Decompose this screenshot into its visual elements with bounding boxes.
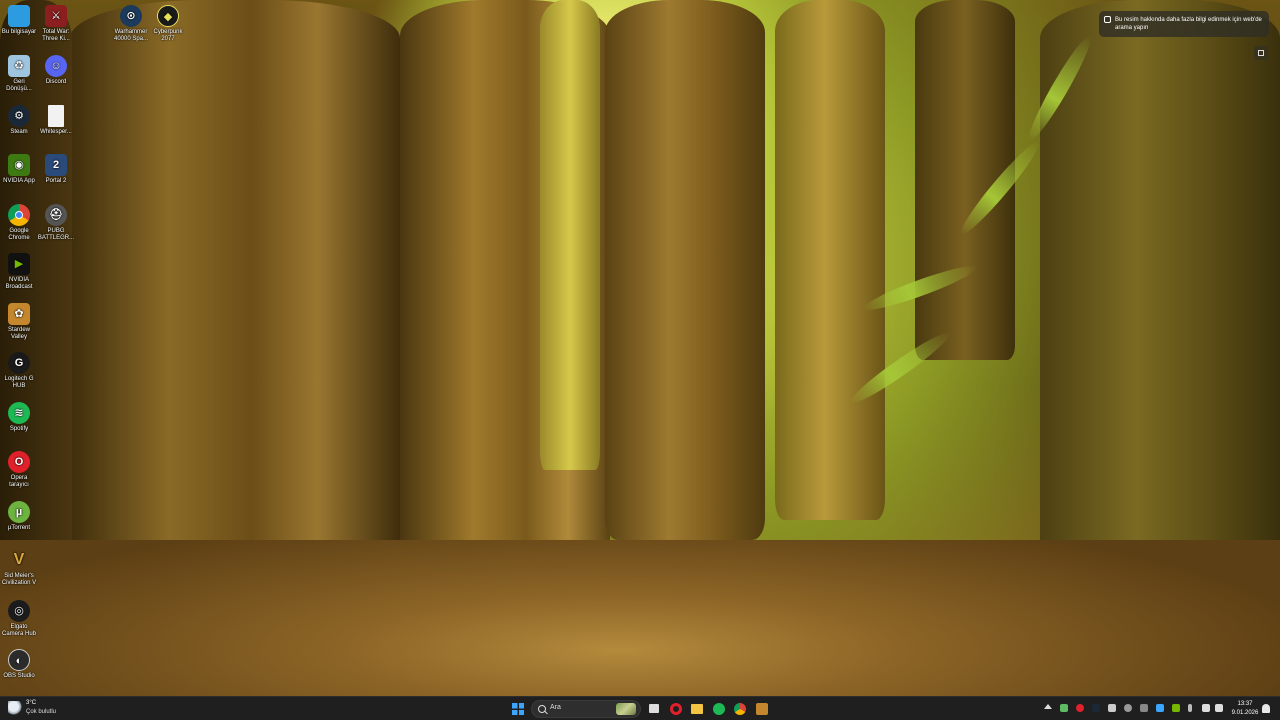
desktop-icon-obs-studio[interactable]: ◐ OBS Studio [0, 649, 38, 680]
windows-logo-icon [512, 703, 524, 715]
utorrent-icon: µ [8, 501, 30, 523]
recycle-bin-icon: ♻ [8, 55, 30, 77]
desktop-icon-pubg[interactable]: ⛑ PUBG BATTLEGR... [37, 204, 75, 242]
desktop-icon-google-chrome[interactable]: Google Chrome [0, 204, 38, 242]
desktop-icon-civilization-v[interactable]: V Sid Meier's Civilization V [0, 549, 38, 587]
taskbar-app-stardew-valley[interactable] [753, 700, 771, 718]
desktop-wallpaper [0, 0, 1280, 696]
taskbar-app-file-explorer[interactable] [688, 700, 706, 718]
weather-temp: 3°C [26, 700, 37, 706]
chevron-up-icon[interactable] [1044, 704, 1052, 709]
desktop-icon-spotify[interactable]: ≋ Spotify [0, 402, 38, 433]
total-war-icon: ⚔ [45, 5, 67, 27]
search-box[interactable]: Ara [531, 700, 641, 718]
taskbar-app-chrome[interactable] [731, 700, 749, 718]
microphone-icon[interactable] [1188, 704, 1192, 712]
spotlight-info-banner[interactable]: Bu resim hakkında daha fazla bilgi edinm… [1099, 11, 1269, 37]
desktop-icon-nvidia-broadcast[interactable]: ▶ NVIDIA Broadcast [0, 253, 38, 291]
tray-play-icon[interactable] [1060, 704, 1068, 712]
google-chrome-icon [8, 204, 30, 226]
portal-2-icon: 2 [45, 154, 67, 176]
warhammer-icon: ⊙ [120, 5, 142, 27]
task-view-icon [649, 704, 659, 713]
taskbar-app-opera[interactable] [667, 700, 685, 718]
nvidia-broadcast-icon: ▶ [8, 253, 30, 275]
tree-trunk [775, 0, 885, 520]
stardew-valley-icon: ✿ [8, 303, 30, 325]
desktop-icon-discord[interactable]: ☺ Discord [37, 55, 75, 86]
volume-icon[interactable] [1215, 704, 1223, 712]
clock[interactable]: 13:37 9.01.2026 [1228, 700, 1262, 718]
spotify-icon [713, 703, 725, 715]
spotlight-text: Bu resim hakkında daha fazla bilgi edinm… [1115, 17, 1262, 31]
search-icon [538, 705, 546, 713]
tray-gear-icon[interactable] [1108, 704, 1116, 712]
tree-trunk [540, 0, 600, 470]
this-pc-icon [8, 5, 30, 27]
camera-icon [1104, 16, 1111, 23]
desktop-icon-elgato-camera-hub[interactable]: ◎ Elgato Camera Hub [0, 600, 38, 638]
desktop-icon-warhammer[interactable]: ⊙ Warhammer 40000 Spa... [112, 5, 150, 43]
desktop-icon-nvidia-app[interactable]: ◉ NVIDIA App [0, 154, 38, 185]
spotify-icon: ≋ [8, 402, 30, 424]
opera-icon: O [8, 451, 30, 473]
taskbar: 3°C Çok bulutlu Ara 13:37 9.01.2026 [0, 696, 1280, 720]
desktop-icon-this-pc[interactable]: Bu bilgisayar [0, 5, 38, 36]
weather-condition: Çok bulutlu [26, 709, 57, 715]
desktop-icon-total-war[interactable]: ⚔ Total War: Three Ki... [37, 5, 75, 43]
desktop-icon-logitech-ghub[interactable]: G Logitech G HUB [0, 352, 38, 390]
tray-logitech-icon[interactable] [1124, 704, 1132, 712]
civilization-v-icon: V [13, 551, 25, 568]
discord-icon: ☺ [45, 55, 67, 77]
tree-trunk [605, 0, 765, 540]
desktop-icon-portal-2[interactable]: 2 Portal 2 [37, 154, 75, 185]
cyberpunk-icon: ◆ [157, 5, 179, 27]
tray-steam-icon[interactable] [1092, 704, 1100, 712]
desktop-icon-steam[interactable]: ⚙ Steam [0, 105, 38, 136]
logitech-ghub-icon: G [8, 352, 30, 374]
spotlight-expand-button[interactable] [1254, 46, 1268, 60]
nvidia-app-icon: ◉ [8, 154, 30, 176]
taskbar-app-spotify[interactable] [710, 700, 728, 718]
file-icon [48, 105, 64, 127]
clock-time: 13:37 [1237, 701, 1253, 707]
desktop-icon-file[interactable]: Whitesper... [37, 105, 75, 136]
folder-icon [691, 704, 703, 714]
opera-icon [670, 703, 682, 715]
stardew-valley-icon [756, 703, 768, 715]
clock-date: 9.01.2026 [1231, 710, 1259, 716]
tray-camera-icon[interactable] [1140, 704, 1148, 712]
desktop-icon-utorrent[interactable]: µ µTorrent [0, 501, 38, 532]
notification-bell-icon[interactable] [1262, 704, 1270, 713]
tray-opera-icon[interactable] [1076, 704, 1084, 712]
forest-floor [0, 540, 1280, 696]
cloud-icon [8, 701, 22, 715]
search-highlight-image [616, 703, 636, 715]
desktop-icon-recycle-bin[interactable]: ♻ Geri Dönüşü... [0, 55, 38, 93]
desktop-icon-cyberpunk[interactable]: ◆ Cyberpunk 2077 [149, 5, 187, 43]
desktop-icon-opera[interactable]: O Opera tarayıcı [0, 451, 38, 489]
steam-icon: ⚙ [8, 105, 30, 127]
pubg-icon: ⛑ [45, 204, 67, 226]
search-placeholder: Ara [550, 704, 561, 711]
network-icon[interactable] [1202, 704, 1210, 712]
google-chrome-icon [734, 703, 746, 715]
desktop-icon-stardew-valley[interactable]: ✿ Stardew Valley [0, 303, 38, 341]
obs-studio-icon: ◐ [8, 649, 30, 671]
task-view-button[interactable] [645, 700, 663, 718]
tray-nvidia-icon[interactable] [1172, 704, 1180, 712]
tray-onedrive-icon[interactable] [1156, 704, 1164, 712]
elgato-camera-hub-icon: ◎ [8, 600, 30, 622]
start-button[interactable] [509, 700, 527, 718]
